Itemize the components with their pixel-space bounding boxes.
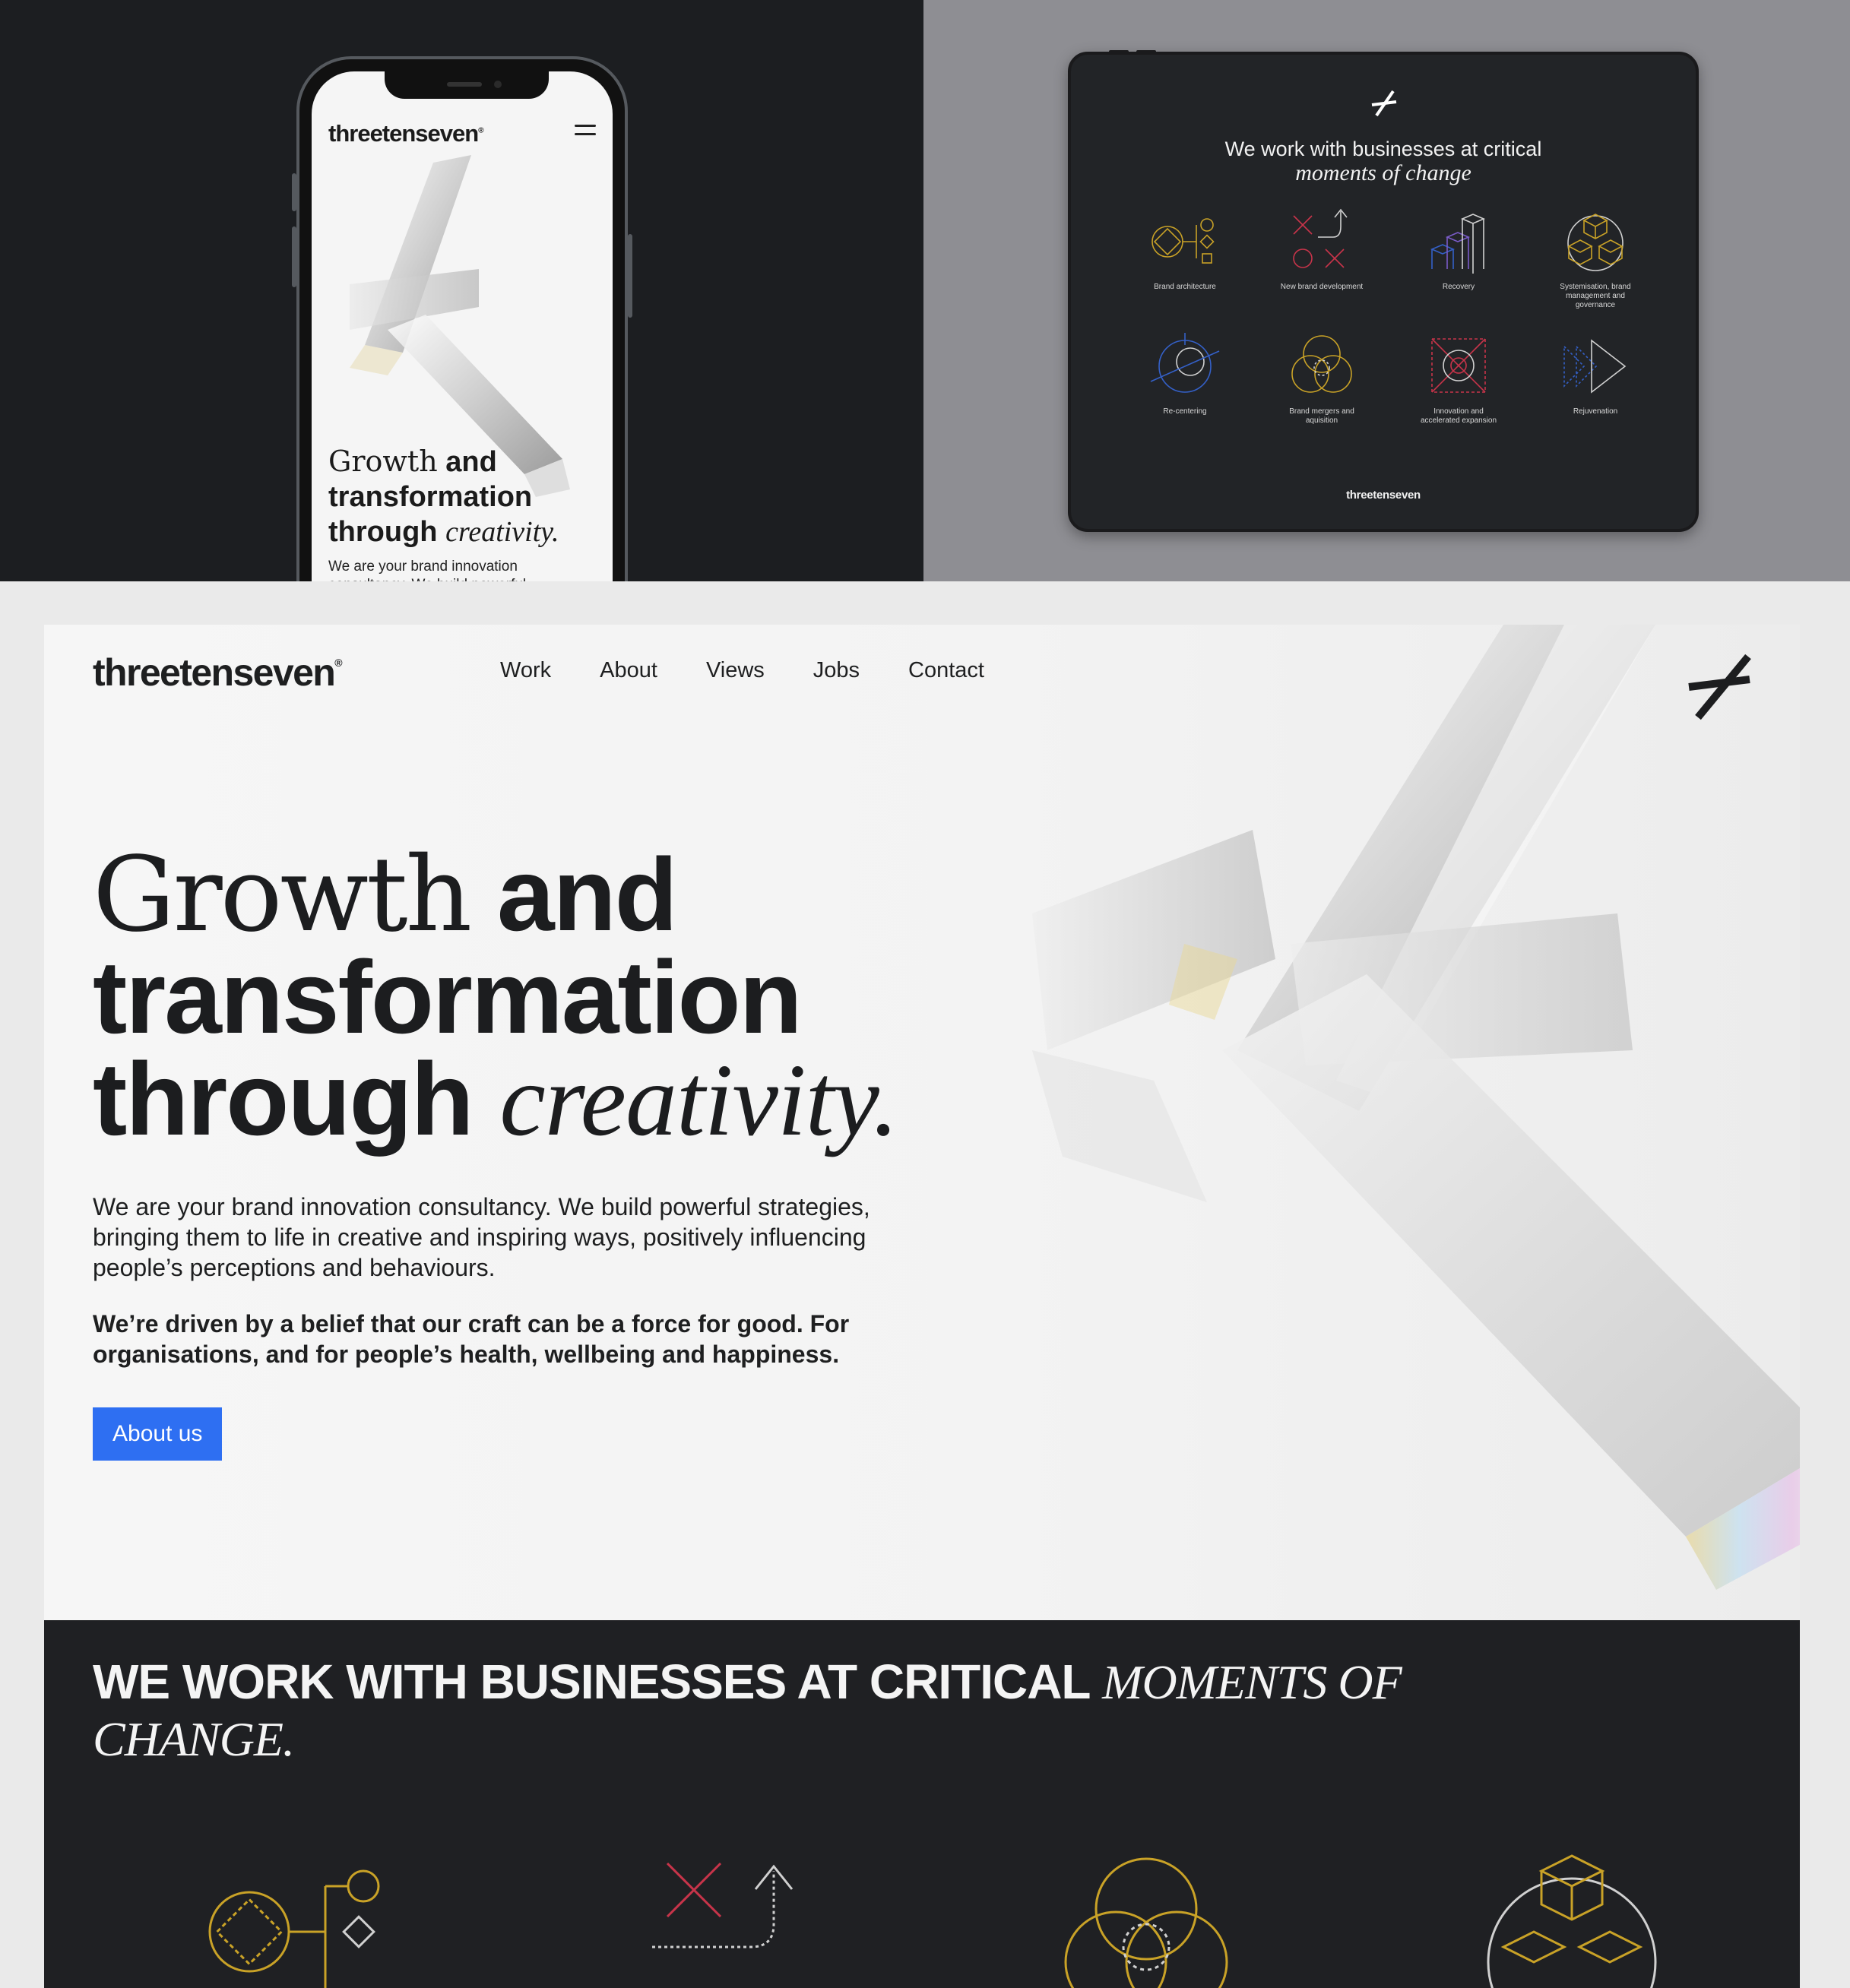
- services-section-title: WE WORK WITH BUSINESSES AT CRITICAL MOME…: [93, 1654, 1402, 1766]
- phone-volume-button: [292, 226, 296, 287]
- nav-item-work[interactable]: Work: [500, 658, 551, 683]
- service-label: Rejuvenation: [1573, 407, 1618, 416]
- nav-item-contact[interactable]: Contact: [908, 658, 984, 683]
- phone-side-button: [292, 173, 296, 211]
- service-item[interactable]: Recovery: [1390, 204, 1527, 310]
- systemisation-icon: [1487, 1854, 1657, 1988]
- service-item[interactable]: Rejuvenation: [1527, 328, 1664, 426]
- systemisation-icon: [1567, 214, 1624, 271]
- nav-item-about[interactable]: About: [600, 658, 657, 683]
- service-label: Recovery: [1442, 283, 1475, 291]
- phone-speaker: [447, 82, 482, 87]
- mobile-mockup-panel: threetenseven® Growth and transformation…: [0, 0, 923, 581]
- phone-frame: threetenseven® Growth and transformation…: [292, 56, 632, 581]
- re-centering-icon: [1150, 333, 1220, 393]
- innovation-icon: [1431, 338, 1486, 393]
- service-label: Systemisation, brand management and gove…: [1560, 283, 1631, 309]
- service-label: Re-centering: [1163, 407, 1207, 416]
- glass-sculpture-image: [1032, 625, 1800, 1590]
- service-label: Brand architecture: [1154, 283, 1216, 291]
- service-item[interactable]: Systemisation, brand management and gove…: [1527, 204, 1664, 310]
- nav-item-views[interactable]: Views: [706, 658, 765, 683]
- new-brand-development-icon: [652, 1862, 794, 1948]
- hero-section: threetenseven® Work About Views Jobs Con…: [44, 625, 1800, 1620]
- tablet-frame: We work with businesses at critical mome…: [1068, 50, 1699, 532]
- brand-mark-icon: [1371, 90, 1397, 117]
- service-item[interactable]: Brand architecture: [1117, 204, 1253, 310]
- mobile-headline: Growth and transformation through creati…: [328, 445, 559, 548]
- brand-architecture-icon: [208, 1869, 380, 1988]
- brand-mergers-icon: [1064, 1857, 1228, 1988]
- rejuvenation-icon: [1563, 339, 1627, 394]
- mobile-intro-text: We are your brand innovation consultancy…: [328, 559, 526, 581]
- hero-headline: Growth and transformation through creati…: [93, 835, 898, 1157]
- tablet-button: [1109, 50, 1129, 55]
- service-item[interactable]: New brand development: [1253, 204, 1390, 310]
- service-label: Innovation and accelerated expansion: [1420, 407, 1497, 425]
- brand-mark-icon: [1688, 654, 1751, 720]
- tablet-mockup-panel: We work with businesses at critical mome…: [923, 0, 1850, 581]
- phone-notch: [385, 71, 549, 99]
- service-item[interactable]: Brand mergers and aquisition: [1253, 328, 1390, 426]
- phone-power-button: [628, 234, 632, 318]
- about-us-button[interactable]: About us: [93, 1407, 223, 1461]
- mobile-logo[interactable]: threetenseven®: [328, 120, 484, 147]
- service-label: New brand development: [1280, 283, 1364, 291]
- services-grid: Brand architecture New brand development…: [1117, 204, 1664, 426]
- phone-camera: [494, 81, 502, 88]
- recovery-icon: [1430, 214, 1486, 274]
- services-section: WE WORK WITH BUSINESSES AT CRITICAL MOME…: [44, 1620, 1800, 1988]
- site-logo[interactable]: threetenseven®: [93, 651, 343, 695]
- nav-item-jobs[interactable]: Jobs: [813, 658, 860, 683]
- new-brand-development-icon: [1293, 208, 1348, 268]
- brand-mergers-icon: [1291, 335, 1352, 393]
- phone-screen: threetenseven® Growth and transformation…: [312, 71, 613, 581]
- service-item[interactable]: Innovation and accelerated expansion: [1390, 328, 1527, 426]
- tablet-footer-logo: threetenseven: [1346, 489, 1421, 502]
- hero-intro-text: We are your brand innovation consultancy…: [93, 1193, 870, 1281]
- service-label: Brand mergers and aquisition: [1289, 407, 1354, 425]
- desktop-site: threetenseven® Work About Views Jobs Con…: [44, 625, 1800, 1988]
- main-nav: Work About Views Jobs Contact: [500, 658, 984, 683]
- tablet-button: [1136, 50, 1156, 55]
- hero-belief-text: We’re driven by a belief that our craft …: [93, 1310, 850, 1368]
- tablet-section-title: We work with businesses at critical mome…: [1224, 138, 1542, 185]
- service-item[interactable]: Re-centering: [1117, 328, 1253, 426]
- hamburger-menu-icon[interactable]: [575, 125, 596, 140]
- brand-architecture-icon: [1151, 218, 1215, 264]
